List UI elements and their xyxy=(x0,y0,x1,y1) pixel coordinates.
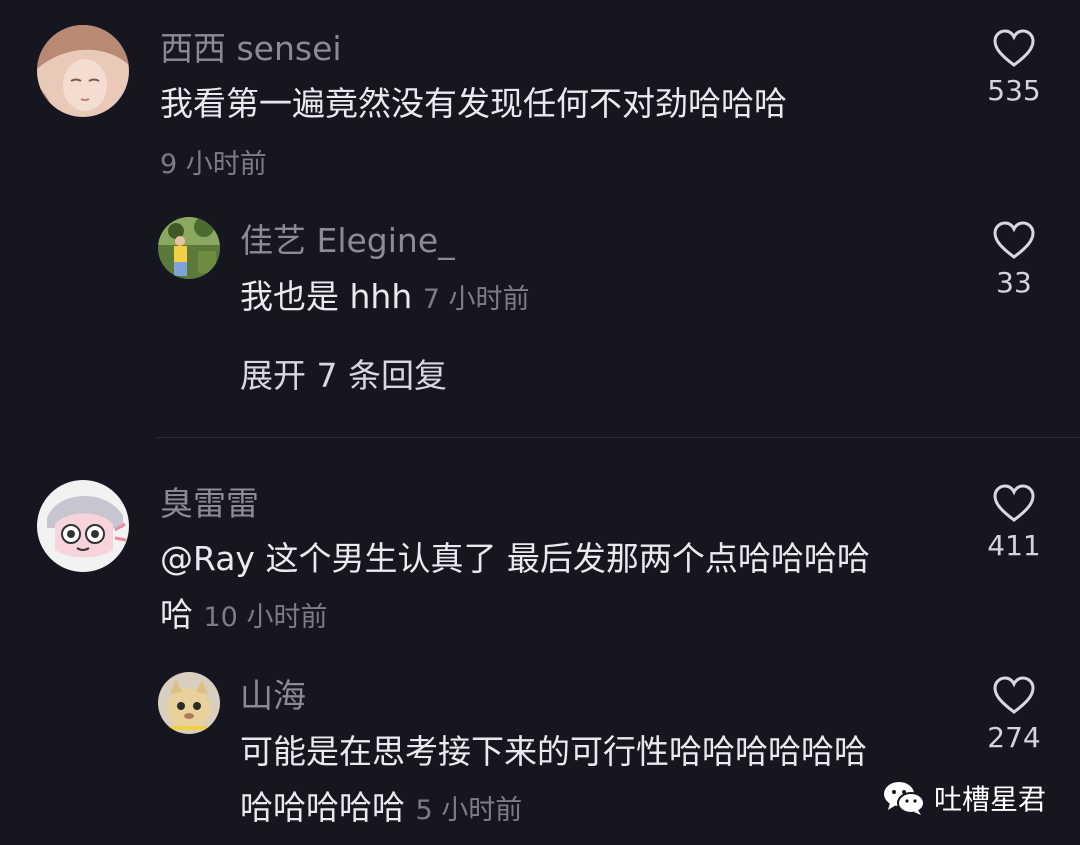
like-count: 535 xyxy=(987,74,1041,107)
avatar[interactable] xyxy=(37,25,129,117)
heart-icon xyxy=(993,676,1035,714)
avatar-image xyxy=(37,480,129,572)
like-count: 274 xyxy=(987,721,1041,754)
timestamp: 10 小时前 xyxy=(203,602,328,633)
avatar[interactable] xyxy=(37,480,129,572)
reply-text-line: 我也是 hhh 7 小时前 xyxy=(240,272,530,325)
watermark-label: 吐槽星君 xyxy=(933,783,1046,816)
comment-text: @Ray 这个男生认真了 最后发那两个点哈哈哈哈 xyxy=(160,539,870,578)
wechat-icon xyxy=(883,782,925,815)
reply-username[interactable]: 佳艺 Elegine_ xyxy=(240,221,455,261)
heart-icon xyxy=(993,221,1035,259)
timestamp: 7 小时前 xyxy=(422,284,530,315)
avatar[interactable] xyxy=(158,217,220,279)
reply-text: 哈哈哈哈哈 xyxy=(240,788,405,827)
watermark: 吐槽星君 xyxy=(882,778,1046,818)
like-count: 411 xyxy=(987,529,1041,562)
comment-text: 我看第一遍竟然没有发现任何不对劲哈哈哈 xyxy=(160,84,787,123)
timestamp: 5 小时前 xyxy=(415,795,523,826)
avatar[interactable] xyxy=(158,672,220,734)
heart-icon xyxy=(993,29,1035,67)
reply-text: 我也是 hhh xyxy=(240,277,413,316)
like-button[interactable]: 274 xyxy=(979,675,1049,755)
expand-replies-link[interactable]: 展开 7 条回复 xyxy=(240,356,447,396)
like-count: 33 xyxy=(996,266,1032,299)
comment-time: 9 小时前 xyxy=(160,137,267,190)
comment-username[interactable]: 臭雷雷 xyxy=(160,484,259,524)
comment-text: 哈 xyxy=(160,595,193,634)
avatar-image xyxy=(37,25,129,117)
comment-username[interactable]: 西西 sensei xyxy=(160,29,342,69)
divider xyxy=(155,437,1080,438)
timestamp: 9 小时前 xyxy=(160,149,267,180)
like-button[interactable]: 33 xyxy=(979,220,1049,300)
comment-text-line: 哈 10 小时前 xyxy=(160,590,327,643)
avatar-image xyxy=(158,672,220,734)
like-button[interactable]: 411 xyxy=(979,483,1049,563)
avatar-image xyxy=(158,217,220,279)
reply-text: 可能是在思考接下来的可行性哈哈哈哈哈哈 xyxy=(240,732,867,771)
heart-icon xyxy=(993,484,1035,522)
like-button[interactable]: 535 xyxy=(979,28,1049,108)
reply-text-line: 哈哈哈哈哈 5 小时前 xyxy=(240,783,522,836)
reply-username[interactable]: 山海 xyxy=(240,676,306,716)
